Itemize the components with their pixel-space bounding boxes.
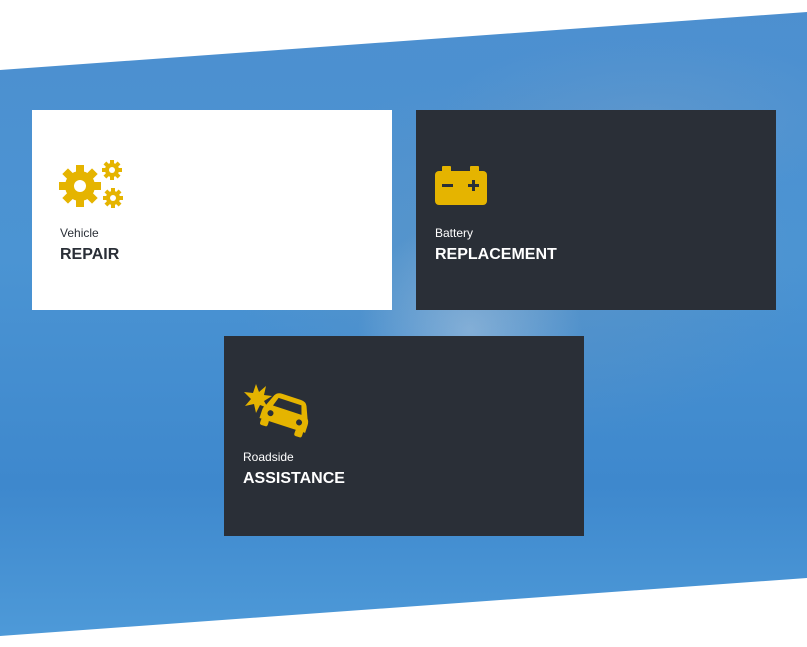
car-crash-icon bbox=[242, 380, 312, 440]
service-subtitle: Roadside bbox=[243, 450, 294, 464]
service-card-battery[interactable]: Battery REPLACEMENT bbox=[416, 110, 776, 310]
services-section: Vehicle REPAIR Battery REPLACEMENT Roads… bbox=[0, 0, 807, 647]
service-title: REPAIR bbox=[60, 246, 120, 263]
gears-icon bbox=[58, 156, 128, 216]
service-card-roadside[interactable]: Roadside ASSISTANCE bbox=[224, 336, 584, 536]
service-subtitle: Vehicle bbox=[60, 226, 99, 240]
background-car-photo bbox=[0, 12, 807, 636]
service-title: ASSISTANCE bbox=[243, 470, 345, 487]
service-card-repair[interactable]: Vehicle REPAIR bbox=[32, 110, 392, 310]
service-subtitle: Battery bbox=[435, 226, 474, 240]
service-title: REPLACEMENT bbox=[435, 246, 557, 263]
battery-icon bbox=[434, 156, 504, 216]
